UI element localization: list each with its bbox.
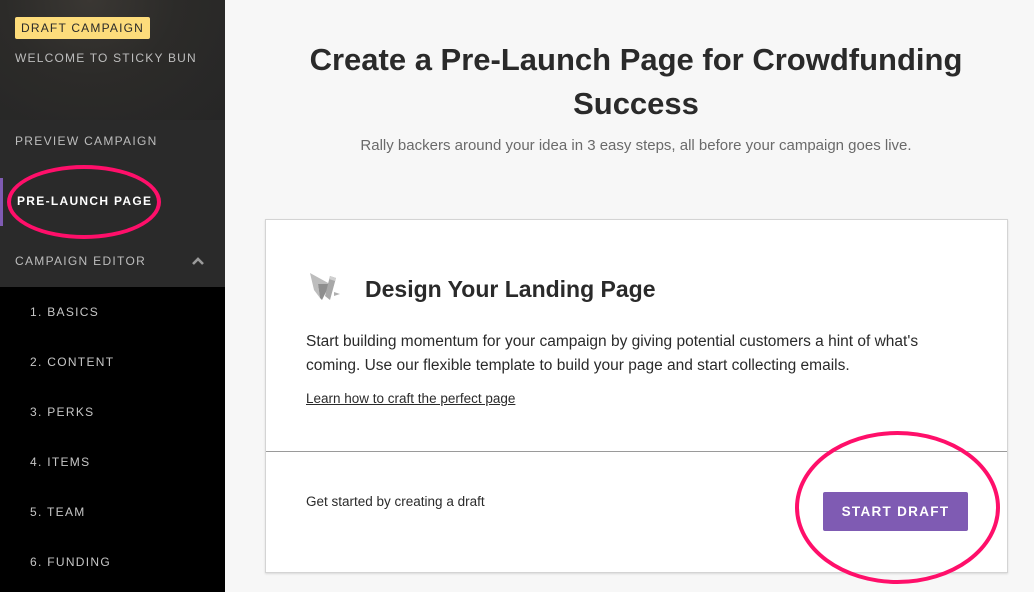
sidebar-item-label: PREVIEW CAMPAIGN <box>15 134 158 148</box>
card-divider <box>266 451 1007 452</box>
sidebar-item-label: PRE-LAUNCH PAGE <box>17 194 153 208</box>
page-subtitle: Rally backers around your idea in 3 easy… <box>360 137 912 154</box>
start-draft-button[interactable]: START DRAFT <box>823 492 968 531</box>
sidebar-item-campaign-editor[interactable]: CAMPAIGN EDITOR <box>0 254 225 268</box>
card-footer-text: Get started by creating a draft <box>306 494 485 509</box>
sidebar-item-team[interactable]: 5. TEAM <box>30 505 86 519</box>
main-content: Create a Pre-Launch Page for Crowdfundin… <box>225 0 1034 592</box>
sidebar: DRAFT CAMPAIGN WELCOME TO STICKY BUN PRE… <box>0 0 225 592</box>
sidebar-item-basics[interactable]: 1. BASICS <box>30 305 99 319</box>
campaign-name: WELCOME TO STICKY BUN <box>15 51 197 65</box>
active-indicator <box>0 178 3 226</box>
sidebar-header: DRAFT CAMPAIGN WELCOME TO STICKY BUN <box>0 0 225 120</box>
sidebar-item-perks[interactable]: 3. PERKS <box>30 405 94 419</box>
sidebar-item-content[interactable]: 2. CONTENT <box>30 355 114 369</box>
chevron-up-icon[interactable] <box>191 254 205 268</box>
card-description: Start building momentum for your campaig… <box>306 333 919 374</box>
sidebar-item-items[interactable]: 4. ITEMS <box>30 455 90 469</box>
design-tools-icon <box>310 273 340 300</box>
page-title: Create a Pre-Launch Page for Crowdfundin… <box>309 42 963 121</box>
sidebar-item-pre-launch-page[interactable]: PRE-LAUNCH PAGE <box>0 178 225 226</box>
sidebar-item-funding[interactable]: 6. FUNDING <box>30 555 111 569</box>
card-title: Design Your Landing Page <box>365 276 656 302</box>
landing-page-card: Design Your Landing Page Start building … <box>265 219 1008 573</box>
learn-more-link[interactable]: Learn how to craft the perfect page <box>306 391 515 406</box>
sidebar-item-preview-campaign[interactable]: PREVIEW CAMPAIGN <box>0 134 225 148</box>
campaign-editor-submenu: 1. BASICS 2. CONTENT 3. PERKS 4. ITEMS 5… <box>0 287 225 592</box>
sidebar-item-label: CAMPAIGN EDITOR <box>15 254 147 268</box>
draft-campaign-badge: DRAFT CAMPAIGN <box>15 17 151 39</box>
